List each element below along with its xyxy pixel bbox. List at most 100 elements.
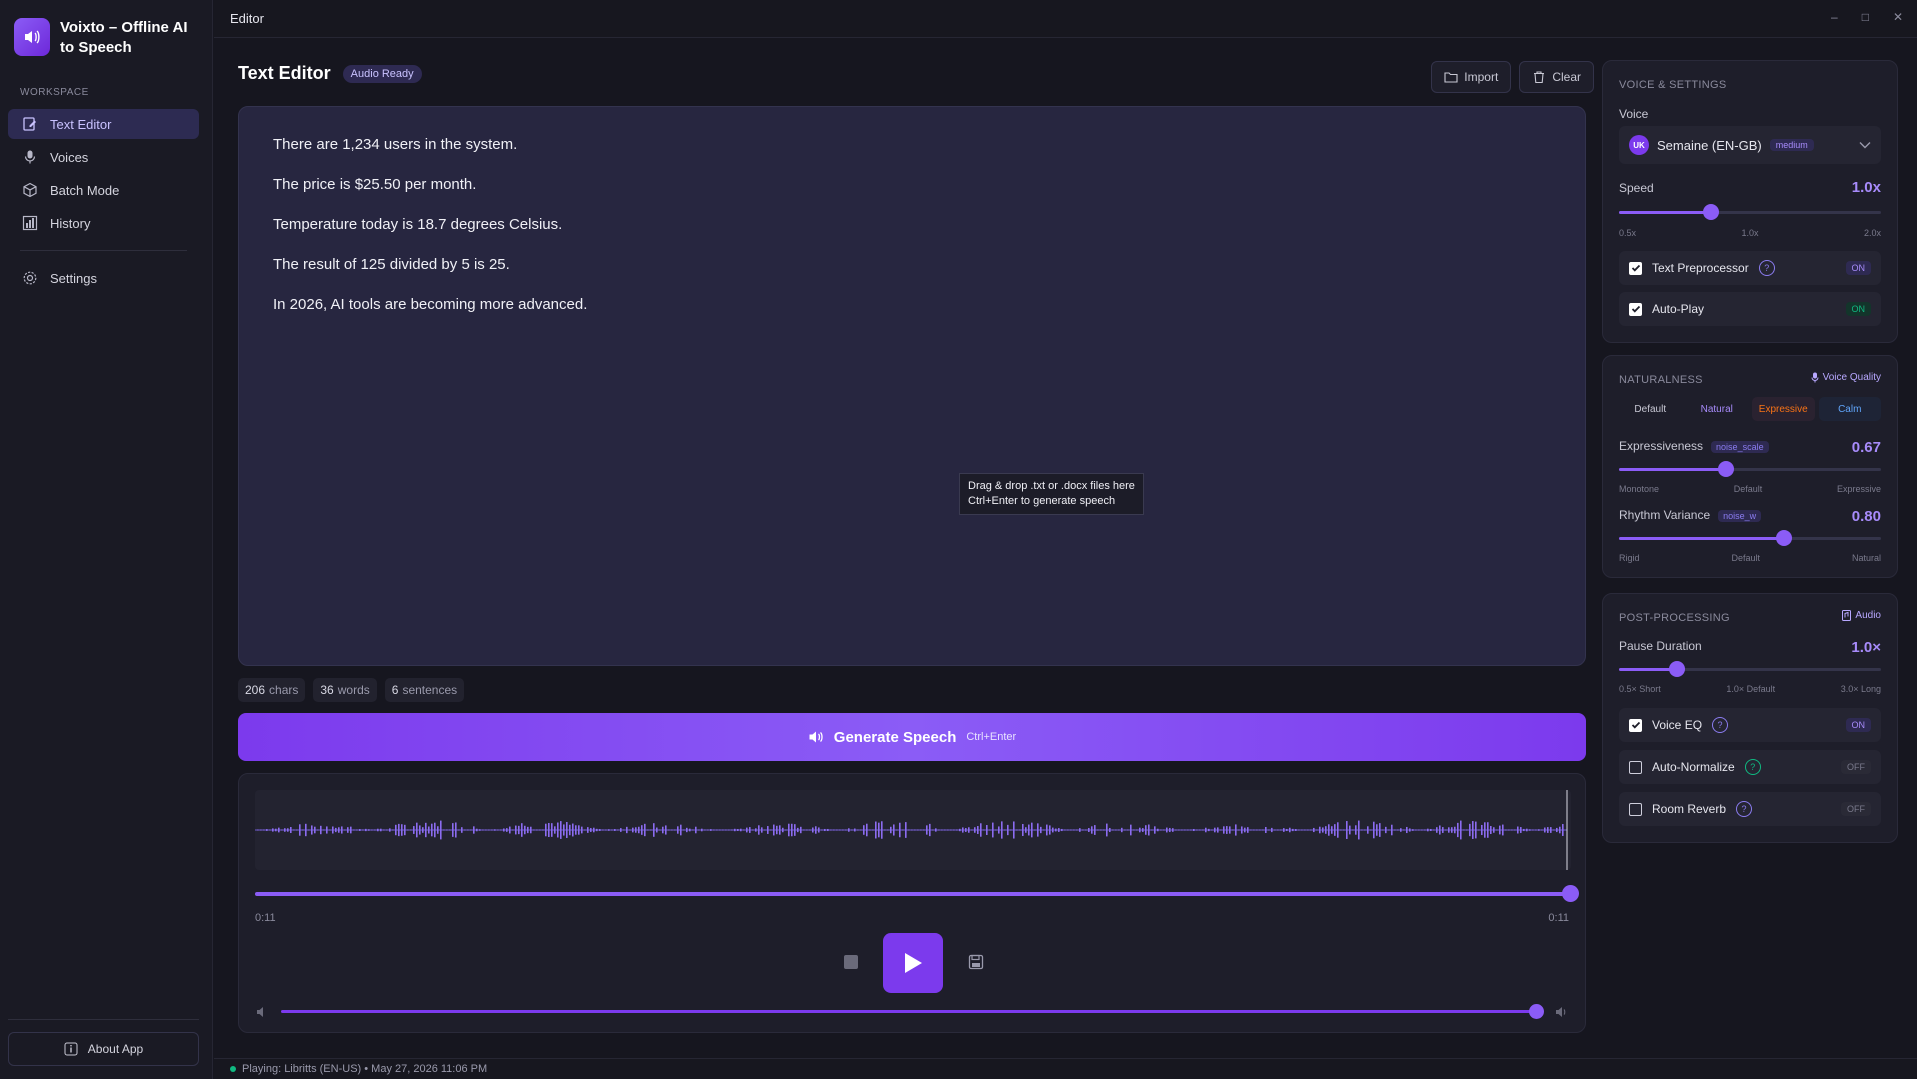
- waveform-bar: [434, 822, 436, 838]
- panel-title: POST-PROCESSING: [1619, 612, 1730, 624]
- waveform-bar: [842, 829, 844, 831]
- waveform-bar: [269, 829, 271, 831]
- waveform-bar: [395, 824, 397, 836]
- text-preprocessor-toggle[interactable]: Text Preprocessor ? ON: [1619, 251, 1881, 285]
- waveform-bar: [1367, 826, 1369, 834]
- save-button[interactable]: [968, 954, 984, 973]
- autoplay-toggle[interactable]: Auto-Play ON: [1619, 292, 1881, 326]
- waveform-bar: [488, 829, 490, 831]
- checkbox[interactable]: [1629, 302, 1642, 316]
- waveform-bar: [713, 829, 715, 831]
- preset-default[interactable]: Default: [1619, 397, 1682, 421]
- waveform-bar: [1247, 827, 1249, 833]
- about-app-button[interactable]: About App: [8, 1032, 199, 1066]
- checkbox[interactable]: [1629, 261, 1642, 275]
- text-editor-area[interactable]: There are 1,234 users in the system. The…: [238, 106, 1586, 666]
- slider-handle[interactable]: [1668, 661, 1685, 677]
- expressiveness-slider[interactable]: [1619, 461, 1881, 477]
- volume-slider[interactable]: [281, 1010, 1537, 1013]
- rhythm-slider[interactable]: [1619, 530, 1881, 546]
- checkbox[interactable]: [1629, 760, 1642, 774]
- speed-slider[interactable]: [1619, 204, 1881, 220]
- text-line: The result of 125 divided by 5 is 25.: [273, 256, 510, 273]
- waveform-bar: [314, 826, 316, 834]
- tick-label: Natural: [1851, 553, 1881, 563]
- stop-button[interactable]: [844, 955, 858, 969]
- tag-label: Voice Quality: [1822, 372, 1881, 383]
- waveform-bar: [344, 829, 346, 831]
- waveform-bar: [1268, 829, 1270, 831]
- waveform-bar: [962, 827, 964, 833]
- preset-natural[interactable]: Natural: [1686, 397, 1749, 421]
- sidebar-item-voices[interactable]: Voices: [8, 142, 199, 172]
- close-icon[interactable]: ✕: [1893, 10, 1903, 24]
- title-bar: Editor – □ ✕: [214, 0, 1917, 38]
- help-icon[interactable]: ?: [1712, 717, 1729, 733]
- waveform-bar: [692, 829, 694, 831]
- preset-expressive[interactable]: Expressive: [1752, 397, 1815, 421]
- help-icon[interactable]: ?: [1758, 260, 1775, 276]
- label-text: Rhythm Variance: [1619, 508, 1711, 522]
- voice-quality-tag: Voice Quality: [1811, 372, 1881, 383]
- file-audio-icon: [1842, 610, 1852, 621]
- help-icon[interactable]: ?: [1744, 759, 1761, 775]
- room-reverb-toggle[interactable]: Room Reverb ? OFF: [1619, 792, 1881, 826]
- waveform-bar: [1436, 827, 1438, 833]
- waveform-bar: [392, 829, 394, 831]
- waveform[interactable]: [255, 790, 1571, 870]
- slider-handle[interactable]: [1776, 530, 1793, 546]
- sidebar-item-text-editor[interactable]: Text Editor: [8, 109, 199, 139]
- waveform-bar: [770, 829, 772, 831]
- microphone-icon: [24, 150, 36, 164]
- voice-eq-toggle[interactable]: Voice EQ ? ON: [1619, 708, 1881, 742]
- gear-icon: [23, 271, 37, 285]
- waveform-bar: [1178, 829, 1180, 831]
- waveform-bar: [536, 829, 538, 831]
- generate-speech-button[interactable]: Generate Speech Ctrl+Enter: [238, 713, 1586, 761]
- tick-label: 2.0x: [1863, 228, 1881, 238]
- waveform-bar: [362, 829, 364, 831]
- waveform-bar: [257, 829, 259, 831]
- seek-bar[interactable]: [255, 892, 1571, 896]
- time-total: 0:11: [1548, 912, 1569, 924]
- waveform-bar: [1538, 829, 1540, 831]
- maximize-icon[interactable]: □: [1862, 10, 1869, 24]
- waveform-bar: [1532, 829, 1534, 831]
- play-button[interactable]: [883, 933, 943, 993]
- waveform-bar: [989, 829, 991, 831]
- sidebar-item-settings[interactable]: Settings: [8, 263, 199, 293]
- import-button[interactable]: Import: [1431, 61, 1512, 93]
- waveform-bar: [1226, 826, 1228, 834]
- speaker-icon: [14, 18, 50, 56]
- slider-handle[interactable]: [1702, 204, 1719, 220]
- seek-handle[interactable]: [1562, 885, 1579, 902]
- help-icon[interactable]: ?: [1736, 801, 1753, 817]
- sidebar-item-history[interactable]: History: [8, 208, 199, 238]
- post-processing-panel: POST-PROCESSING Audio Pause Duration 1.0…: [1602, 593, 1898, 843]
- voice-select[interactable]: UK Semaine (EN-GB) medium: [1619, 126, 1881, 164]
- preset-calm[interactable]: Calm: [1818, 397, 1881, 421]
- waveform-bar: [443, 829, 445, 831]
- waveform-bar: [1160, 829, 1162, 831]
- auto-normalize-toggle[interactable]: Auto-Normalize ? OFF: [1619, 750, 1881, 784]
- waveform-bar: [1406, 826, 1408, 834]
- waveform-bar: [1505, 829, 1507, 831]
- drop-hint-tooltip: Drag & drop .txt or .docx files here Ctr…: [959, 473, 1144, 515]
- clear-button[interactable]: Clear: [1519, 61, 1594, 93]
- waveform-bar: [1187, 829, 1189, 831]
- waveform-bar: [986, 825, 988, 835]
- checkbox[interactable]: [1629, 802, 1642, 816]
- waveform-bar: [803, 829, 805, 831]
- checkbox[interactable]: [1629, 718, 1642, 732]
- waveform-bar: [335, 827, 337, 833]
- volume-handle[interactable]: [1529, 1004, 1544, 1019]
- waveform-bar: [1319, 826, 1321, 834]
- check-icon: [1631, 721, 1640, 729]
- sidebar-item-batch-mode[interactable]: Batch Mode: [8, 175, 199, 205]
- minimize-icon[interactable]: –: [1831, 10, 1838, 24]
- pause-slider[interactable]: [1619, 661, 1881, 677]
- speed-label: Speed: [1619, 181, 1654, 195]
- slider-handle[interactable]: [1718, 461, 1735, 477]
- waveform-bar: [1301, 829, 1303, 831]
- waveform-bar: [575, 825, 577, 835]
